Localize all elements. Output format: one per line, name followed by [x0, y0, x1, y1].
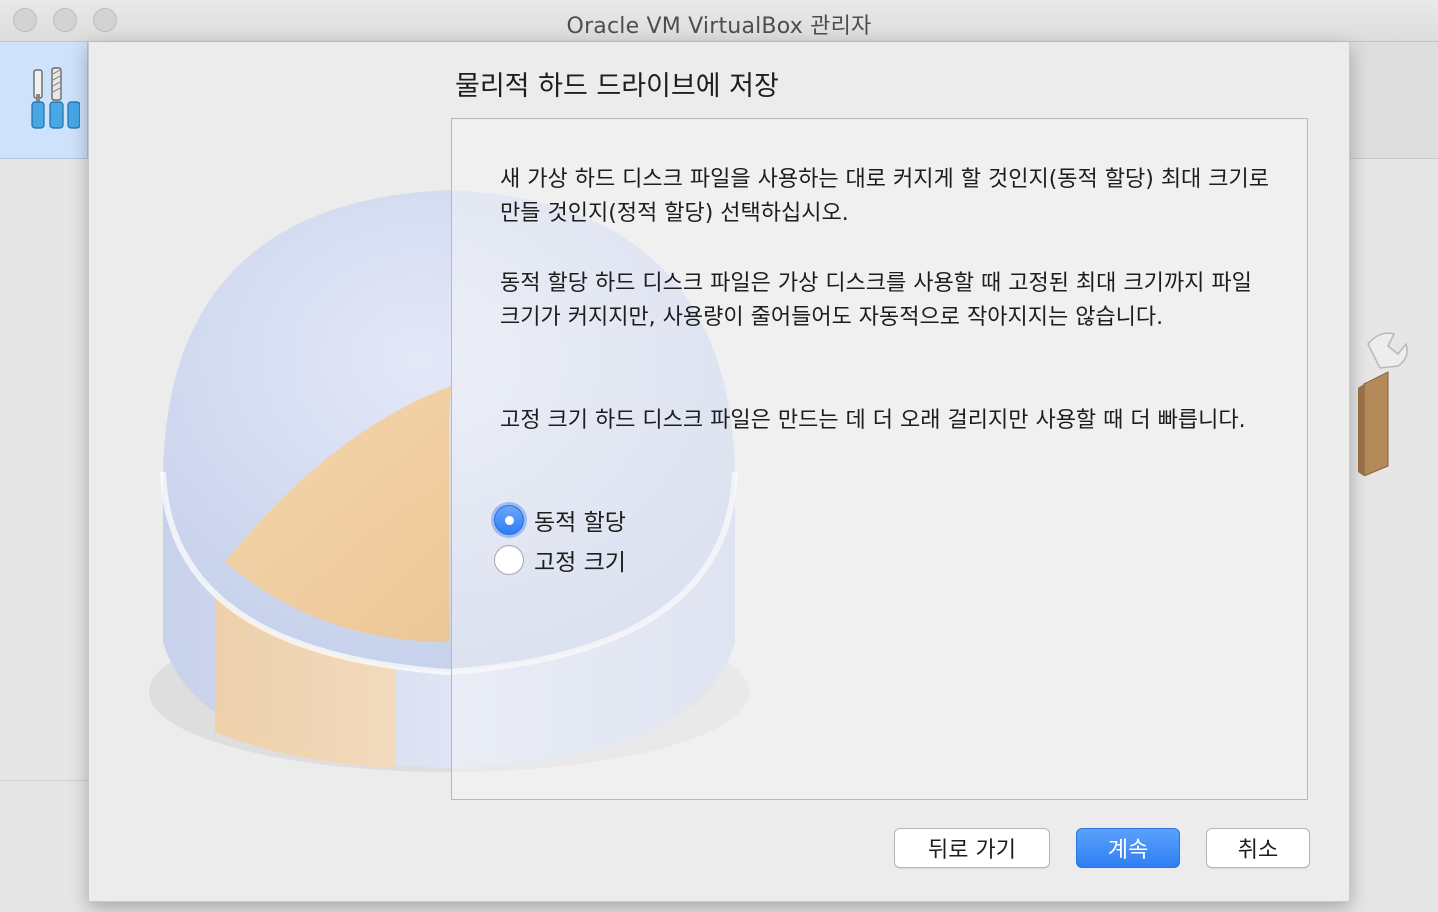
dynamic-allocation-radio[interactable]: [494, 505, 524, 535]
page-title: 물리적 하드 드라이브에 저장: [455, 71, 779, 102]
wrench-box-icon: [1358, 332, 1408, 476]
back-button[interactable]: 뒤로 가기: [894, 828, 1050, 868]
continue-button[interactable]: 계속: [1076, 828, 1180, 868]
description-paragraph: 새 가상 하드 디스크 파일을 사용하는 대로 커지게 할 것인지(동적 할당)…: [500, 167, 1270, 226]
cancel-button[interactable]: 취소: [1206, 828, 1310, 868]
fixed-size-option[interactable]: 고정 크기: [494, 543, 626, 577]
fixed-size-radio[interactable]: [494, 545, 524, 575]
create-disk-wizard-sheet: 물리적 하드 드라이브에 저장 새 가상 하드 디스크 파일을 사용하는 대로 …: [88, 42, 1350, 902]
tools-icon[interactable]: [30, 64, 80, 132]
manager-sidebar-bottom: [0, 780, 88, 912]
fixed-description-paragraph: 고정 크기 하드 디스크 파일은 만드는 데 더 오래 걸리지만 사용할 때 더…: [500, 408, 1246, 433]
dynamic-description-paragraph: 동적 할당 하드 디스크 파일은 가상 디스크를 사용할 때 고정된 최대 크기…: [500, 271, 1252, 330]
radio-label: 고정 크기: [534, 550, 626, 576]
virtualbox-manager-window: Oracle VM VirtualBox 관리자 물리적 하드 드라이브에 저장…: [0, 0, 1438, 912]
dynamic-allocation-option[interactable]: 동적 할당: [494, 503, 626, 537]
window-title: Oracle VM VirtualBox 관리자: [566, 14, 872, 39]
content-panel: 새 가상 하드 디스크 파일을 사용하는 대로 커지게 할 것인지(동적 할당)…: [451, 118, 1308, 800]
title-bar[interactable]: Oracle VM VirtualBox 관리자: [0, 0, 1438, 42]
radio-label: 동적 할당: [534, 510, 626, 536]
